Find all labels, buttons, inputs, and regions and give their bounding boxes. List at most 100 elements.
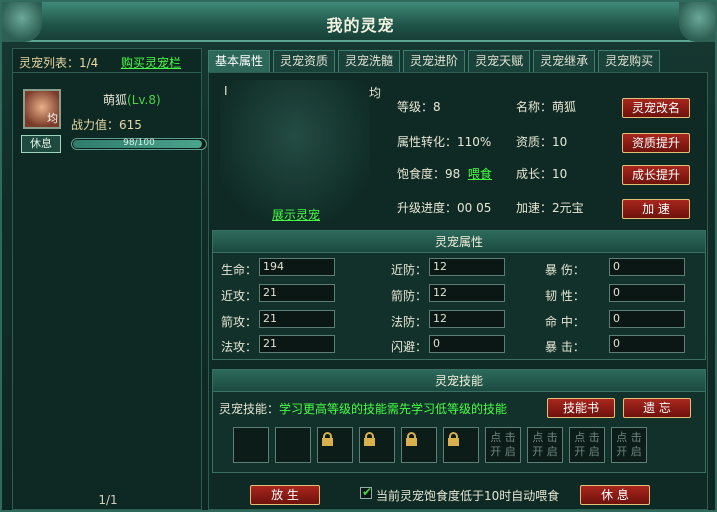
tab-pet-talent[interactable]: 灵宠天赋 [468, 50, 531, 72]
growth-upgrade-button[interactable]: 成长提升 [622, 165, 690, 185]
attr-value: 194 [259, 258, 335, 276]
attr-label: 闪避： [391, 340, 428, 354]
avatar-badge: 均 [47, 112, 58, 125]
slot-open-line1: 点 击 [574, 431, 600, 444]
tab-pet-wash[interactable]: 灵宠洗髓 [338, 50, 401, 72]
slot-open-text: 点 击开 启 [528, 431, 562, 459]
attr-label: 法攻： [221, 340, 258, 354]
pet-hp-text: 98/100 [123, 138, 155, 148]
title-bar: 我的灵宠 [2, 2, 715, 42]
slot-open-text: 点 击开 启 [612, 431, 646, 459]
slot-open-line2: 开 启 [532, 445, 558, 458]
dragon-ornament-right-icon [679, 2, 715, 42]
lock-body [322, 438, 333, 446]
skill-slot-locked[interactable] [443, 427, 479, 463]
pet-skills-section: 灵宠技能 灵宠技能：学习更高等级的技能需先学习低等级的技能 技能书 遗 忘 点 … [212, 369, 706, 473]
pet-rest-footer-button[interactable]: 休 息 [580, 485, 650, 505]
tab-pet-aptitude[interactable]: 灵宠资质 [273, 50, 336, 72]
slot-open-line1: 点 击 [616, 431, 642, 444]
show-pet-link[interactable]: 展示灵宠 [272, 206, 320, 223]
pet-list-header: 灵宠列表：1/4 购买灵宠栏 [13, 49, 201, 73]
portrait-badge: 均 [369, 86, 382, 100]
checkmark-icon: ✔ [362, 485, 373, 499]
attr-value: 12 [429, 284, 505, 302]
attr-value: 21 [259, 335, 335, 353]
skill-hint: 学习更高等级的技能需先学习低等级的技能 [279, 402, 508, 416]
skill-slot-locked[interactable] [317, 427, 353, 463]
lock-body [364, 438, 375, 446]
tab-pet-buy[interactable]: 灵宠购买 [598, 50, 661, 72]
pet-list-name: 萌狐(Lv.8) [103, 91, 161, 108]
attr-label: 箭防： [391, 289, 428, 303]
release-pet-button[interactable]: 放 生 [250, 485, 320, 505]
attr-label: 生命： [221, 263, 258, 277]
attr-value: 12 [429, 258, 505, 276]
pet-growth: 成长：10 [516, 167, 568, 181]
pet-list-name-text: 萌狐 [103, 93, 128, 107]
attr-value: 21 [259, 284, 335, 302]
pet-skills-title: 灵宠技能 [213, 370, 705, 392]
satiety-text: 饱食度：98 [397, 167, 461, 181]
pet-aptitude: 资质：10 [516, 135, 568, 149]
attr-value: 0 [609, 335, 685, 353]
lock-body [448, 438, 459, 446]
attr-value: 0 [609, 310, 685, 328]
attr-label: 暴 击： [545, 340, 585, 354]
pet-portrait [220, 80, 370, 220]
skill-slot-unopened[interactable]: 点 击开 启 [611, 427, 647, 463]
slot-open-text: 点 击开 启 [570, 431, 604, 459]
attr-label: 命 中： [545, 315, 585, 329]
speedup-button[interactable]: 加 速 [622, 199, 690, 219]
forget-skill-button[interactable]: 遗 忘 [623, 398, 691, 418]
skill-slot[interactable] [275, 427, 311, 463]
attr-label: 近攻： [221, 289, 258, 303]
tab-basic-attributes[interactable]: 基本属性 [208, 50, 271, 72]
pet-list-panel: 灵宠列表：1/4 购买灵宠栏 均 萌狐(Lv.8) 战力值：615 休息 98/… [12, 48, 207, 510]
pet-level: 等级：8 [397, 100, 441, 114]
attr-value: 0 [609, 258, 685, 276]
slot-open-line2: 开 启 [574, 445, 600, 458]
attr-value: 0 [429, 335, 505, 353]
upgrade-progress: 升级进度：00 05 [397, 201, 492, 215]
skill-slot-locked[interactable] [359, 427, 395, 463]
skill-slot-locked[interactable] [401, 427, 437, 463]
skill-slot-unopened[interactable]: 点 击开 启 [485, 427, 521, 463]
skill-slot-unopened[interactable]: 点 击开 启 [569, 427, 605, 463]
skill-slot-unopened[interactable]: 点 击开 启 [527, 427, 563, 463]
speedup-cost: 加速：2元宝 [516, 201, 584, 215]
tab-pet-inherit[interactable]: 灵宠继承 [533, 50, 596, 72]
lock-body [406, 438, 417, 446]
pet-avatar[interactable]: 均 [23, 89, 61, 129]
pet-rest-button[interactable]: 休息 [21, 135, 61, 153]
buy-pet-slot-link[interactable]: 购买灵宠栏 [121, 54, 181, 71]
skill-slot[interactable] [233, 427, 269, 463]
basic-info: I 均 展示灵宠 等级：8 名称：萌狐 灵宠改名 属性转化：110% 资质：10… [212, 76, 706, 226]
slot-open-line1: 点 击 [532, 431, 558, 444]
pet-list-level: (Lv.8) [127, 93, 161, 107]
attr-value: 0 [609, 284, 685, 302]
skill-book-button[interactable]: 技能书 [547, 398, 615, 418]
attr-label: 近防： [391, 263, 428, 277]
slot-open-text: 点 击开 启 [486, 431, 520, 459]
aptitude-upgrade-button[interactable]: 资质提升 [622, 133, 690, 153]
attr-value: 12 [429, 310, 505, 328]
pet-window: 我的灵宠 灵宠列表：1/4 购买灵宠栏 均 萌狐(Lv.8) 战力值：615 休… [0, 0, 717, 512]
skill-label: 灵宠技能： [219, 402, 280, 416]
attr-label: 韧 性： [545, 289, 585, 303]
slot-open-line1: 点 击 [490, 431, 516, 444]
slot-open-line2: 开 启 [616, 445, 642, 458]
attr-conversion: 属性转化：110% [397, 135, 492, 149]
pet-satiety: 饱食度：98 喂食 [397, 165, 492, 182]
auto-feed-checkbox[interactable]: ✔ [360, 485, 373, 499]
attr-value: 21 [259, 310, 335, 328]
tab-pet-advance[interactable]: 灵宠进阶 [403, 50, 466, 72]
pet-name: 名称：萌狐 [516, 100, 577, 114]
feed-link[interactable]: 喂食 [468, 167, 492, 181]
portrait-marker: I [224, 84, 228, 98]
skill-hint-row: 灵宠技能：学习更高等级的技能需先学习低等级的技能 [219, 400, 507, 417]
pet-list-page: 1/1 [98, 493, 118, 507]
attr-label: 箭攻： [221, 315, 258, 329]
pet-attributes-section: 灵宠属性 生命： 194 近防： 12 暴 伤： 0 近攻： 21 箭防： 12… [212, 230, 706, 360]
rename-pet-button[interactable]: 灵宠改名 [622, 98, 690, 118]
pet-power: 战力值：615 [71, 118, 142, 132]
